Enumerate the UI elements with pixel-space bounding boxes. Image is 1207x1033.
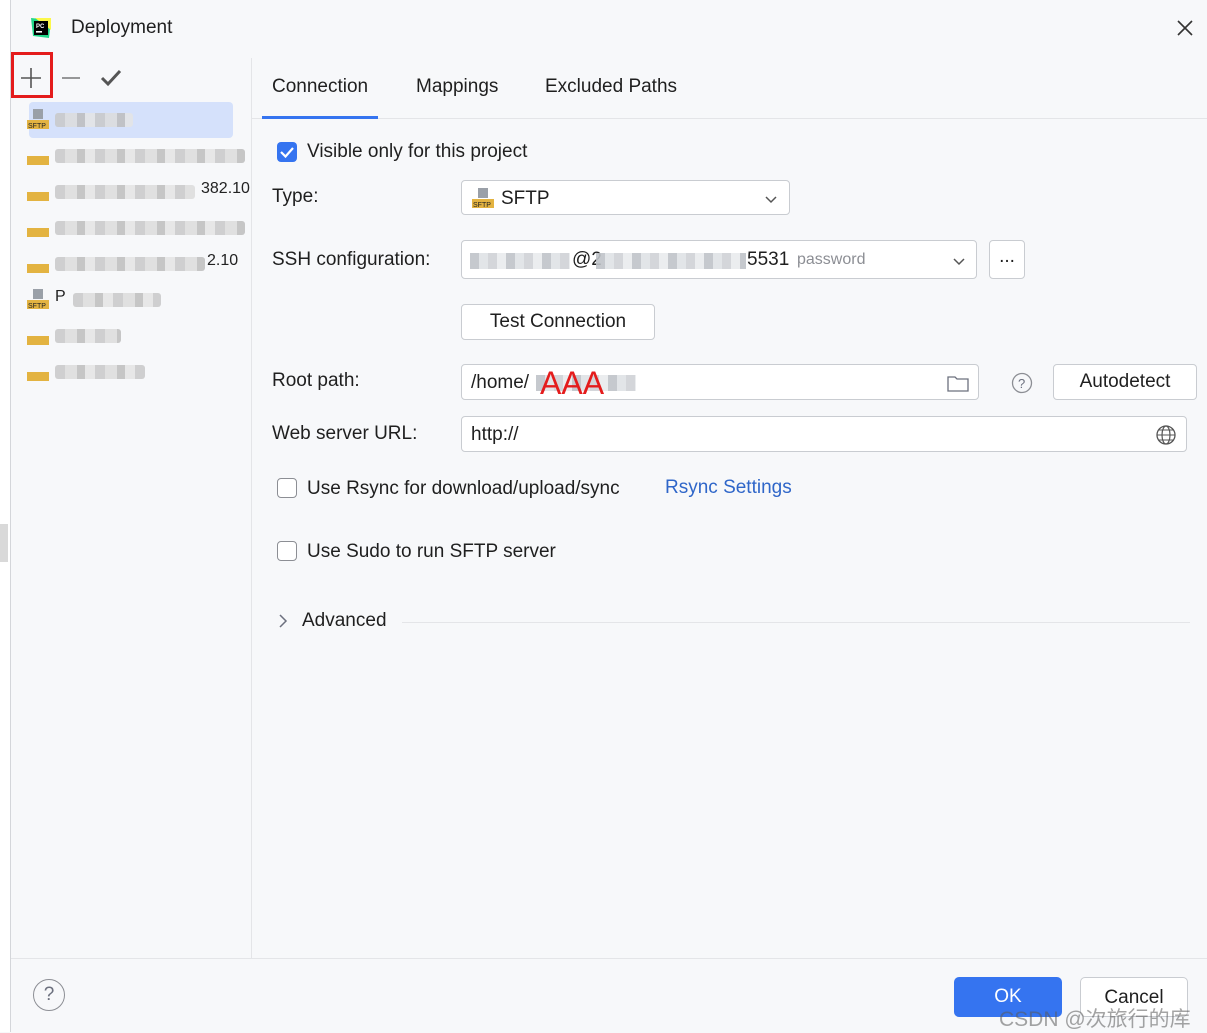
server-name-redacted xyxy=(73,293,161,307)
server-name-redacted xyxy=(55,365,145,379)
svg-text:SFTP: SFTP xyxy=(28,303,46,310)
server-name-fragment: P xyxy=(55,288,66,305)
pycharm-app-icon: PC xyxy=(31,18,51,38)
checkmark-icon xyxy=(280,147,294,159)
sftp-server-icon xyxy=(27,336,49,345)
chevron-right-icon[interactable] xyxy=(276,613,290,629)
server-item[interactable]: SFTP P xyxy=(27,282,251,318)
web-server-url-input[interactable]: http:// xyxy=(461,416,1187,452)
server-name-redacted xyxy=(55,185,195,199)
dialog-footer: ? OK Cancel CSDN @次旅行的库 xyxy=(11,958,1207,1033)
type-label: Type: xyxy=(272,186,319,207)
sftp-server-icon: SFTP xyxy=(27,289,49,310)
svg-text:SFTP: SFTP xyxy=(28,123,46,130)
deployment-dialog: PC Deployment SFTP 382.10 2.10 SFTP P Co… xyxy=(10,0,1207,1033)
visible-only-checkbox[interactable] xyxy=(277,142,297,162)
server-item[interactable]: 382.10 xyxy=(27,174,251,210)
sftp-server-icon xyxy=(27,228,49,237)
use-sudo-checkbox[interactable] xyxy=(277,541,297,561)
ssh-port: 5531 xyxy=(747,249,790,270)
connection-form: Visible only for this project Type: SFTP… xyxy=(252,118,1207,958)
background-window-edge xyxy=(0,0,10,1032)
server-list: SFTP 382.10 2.10 SFTP P xyxy=(27,102,251,390)
close-icon[interactable] xyxy=(1173,16,1197,40)
tab-connection[interactable]: Connection xyxy=(261,76,379,119)
sftp-server-icon: SFTP xyxy=(27,109,49,130)
background-window-notch xyxy=(0,524,8,562)
server-item[interactable] xyxy=(27,354,251,390)
tab-excluded-paths[interactable]: Excluded Paths xyxy=(545,76,677,98)
svg-text:?: ? xyxy=(1018,376,1025,391)
apply-check-icon[interactable] xyxy=(97,64,125,92)
svg-text:SFTP: SFTP xyxy=(473,202,491,209)
title-bar: PC Deployment xyxy=(11,0,1207,58)
server-name-redacted xyxy=(55,149,245,163)
server-item[interactable] xyxy=(27,210,251,246)
server-name-redacted xyxy=(55,113,133,127)
web-server-url-value: http:// xyxy=(471,424,519,445)
sftp-server-icon xyxy=(27,192,49,201)
ssh-more-button[interactable]: ... xyxy=(989,240,1025,279)
sftp-icon: SFTP xyxy=(472,188,494,209)
server-name-redacted xyxy=(55,257,205,271)
sftp-server-icon xyxy=(27,156,49,165)
ssh-user-redacted xyxy=(470,253,570,269)
type-select[interactable]: SFTP SFTP xyxy=(461,180,790,215)
use-rsync-checkbox[interactable] xyxy=(277,478,297,498)
use-rsync-label: Use Rsync for download/upload/sync xyxy=(307,478,620,499)
dialog-title: Deployment xyxy=(71,17,173,38)
use-sudo-label: Use Sudo to run SFTP server xyxy=(307,541,556,562)
svg-text:PC: PC xyxy=(36,24,45,30)
globe-icon[interactable] xyxy=(1155,424,1177,446)
server-name-redacted xyxy=(55,221,245,235)
chevron-down-icon xyxy=(953,258,965,266)
root-path-label: Root path: xyxy=(272,370,360,391)
advanced-divider xyxy=(402,622,1190,623)
type-value: SFTP xyxy=(501,188,550,209)
visible-only-label: Visible only for this project xyxy=(307,141,528,162)
ssh-configuration-select[interactable]: @2 5531 password xyxy=(461,240,977,279)
test-connection-button[interactable]: Test Connection xyxy=(461,304,655,340)
tab-mappings[interactable]: Mappings xyxy=(416,76,498,98)
ssh-host-redacted xyxy=(596,253,746,269)
rsync-settings-link[interactable]: Rsync Settings xyxy=(665,477,792,499)
ssh-auth-hint: password xyxy=(797,251,866,268)
server-item[interactable] xyxy=(27,318,251,354)
server-item[interactable]: 2.10 xyxy=(27,246,251,282)
sftp-server-icon xyxy=(27,264,49,273)
server-name-fragment: 382.10 xyxy=(201,180,250,197)
remove-icon[interactable] xyxy=(57,64,85,92)
ssh-configuration-label: SSH configuration: xyxy=(272,249,431,270)
help-button[interactable]: ? xyxy=(33,979,65,1011)
root-path-value: /home/ xyxy=(471,372,530,393)
server-name-fragment: 2.10 xyxy=(207,252,239,269)
server-item[interactable]: SFTP xyxy=(27,102,233,138)
folder-icon[interactable] xyxy=(947,373,969,393)
server-item[interactable] xyxy=(27,138,251,174)
autodetect-button[interactable]: Autodetect xyxy=(1053,364,1197,400)
server-list-panel: SFTP 382.10 2.10 SFTP P xyxy=(11,52,252,1014)
chevron-down-icon xyxy=(765,196,777,204)
advanced-section-toggle[interactable]: Advanced xyxy=(302,610,387,632)
tab-bar: Connection Mappings Excluded Paths xyxy=(252,58,1207,119)
web-server-url-label: Web server URL: xyxy=(272,423,418,444)
root-path-input[interactable]: /home/ AAA xyxy=(461,364,979,401)
csdn-watermark: CSDN @次旅行的库 xyxy=(999,1008,1191,1031)
help-icon[interactable]: ? xyxy=(1011,372,1033,394)
server-name-redacted xyxy=(55,329,121,343)
root-path-annotation: AAA xyxy=(540,365,605,401)
add-icon[interactable] xyxy=(17,64,45,92)
sftp-server-icon xyxy=(27,372,49,381)
